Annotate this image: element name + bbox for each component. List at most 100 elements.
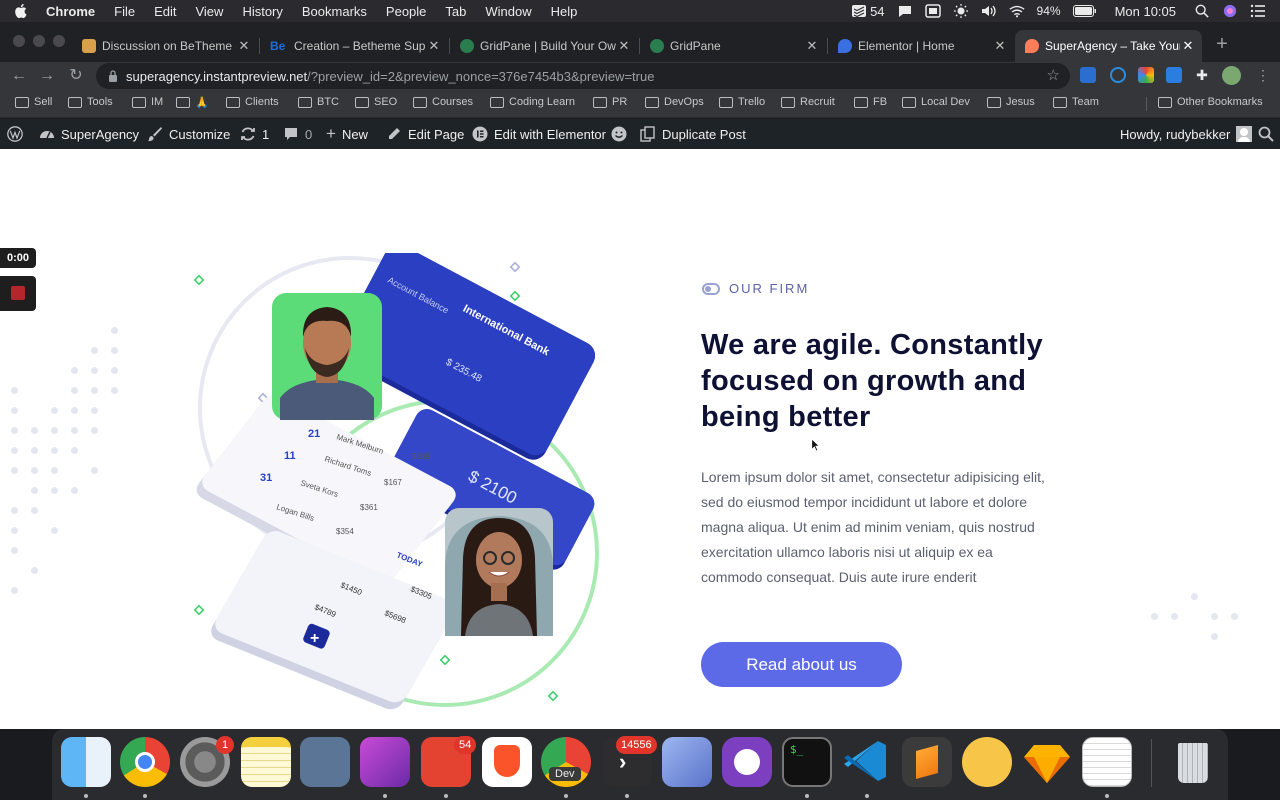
volume-icon[interactable] <box>981 4 997 18</box>
dock-notes-icon[interactable] <box>241 737 291 787</box>
bookmark-folder-jesus[interactable]: Jesus <box>987 96 1035 108</box>
dock-brave-icon[interactable] <box>482 737 532 787</box>
recording-stop-button[interactable] <box>0 276 36 311</box>
bookmark-folder-tools[interactable]: Tools <box>68 96 113 108</box>
dock-bear-icon[interactable] <box>360 737 410 787</box>
control-center-icon[interactable] <box>1250 4 1266 18</box>
wp-site-name-button[interactable]: SuperAgency <box>39 119 139 149</box>
dock-textedit-icon[interactable] <box>1082 737 1132 787</box>
bookmark-folder-local-dev[interactable]: Local Dev <box>902 96 970 108</box>
bookmark-folder-seo[interactable]: SEO <box>355 96 397 108</box>
profile-avatar-icon[interactable] <box>1222 66 1241 85</box>
extension-icon[interactable] <box>1138 67 1154 83</box>
menu-bookmarks[interactable]: Bookmarks <box>302 4 367 19</box>
dock-sketch-icon[interactable] <box>1022 737 1072 787</box>
menu-window[interactable]: Window <box>485 4 531 19</box>
wp-logo-button[interactable] <box>7 119 29 149</box>
new-tab-button[interactable]: + <box>1212 34 1232 54</box>
forward-arrow-icon[interactable]: → <box>37 66 57 86</box>
wp-duplicate-post-button[interactable]: Duplicate Post <box>640 119 746 149</box>
bookmark-folder-team[interactable]: Team <box>1053 96 1099 108</box>
wp-new-button[interactable]: + New <box>326 119 368 149</box>
bookmark-folder-courses[interactable]: Courses <box>413 96 473 108</box>
wp-smiley-button[interactable] <box>611 119 633 149</box>
menu-tab[interactable]: Tab <box>445 4 466 19</box>
bookmark-folder-sell[interactable]: Sell <box>15 96 52 108</box>
wp-edit-page-button[interactable]: Edit Page <box>386 119 464 149</box>
tab-superagency-active[interactable]: SuperAgency – Take Your ✕ <box>1015 30 1202 62</box>
window-minimize-button[interactable] <box>33 35 45 47</box>
dock-github-desktop-icon[interactable] <box>722 737 772 787</box>
menu-edit[interactable]: Edit <box>154 4 176 19</box>
tab-gridpane-build[interactable]: GridPane | Build Your Own ✕ <box>450 30 638 62</box>
bookmark-folder-fb[interactable]: FB <box>854 96 887 108</box>
bookmark-folder-clients[interactable]: Clients <box>226 96 279 108</box>
dock-chrome-icon[interactable] <box>120 737 170 787</box>
wp-comments-button[interactable]: 0 <box>283 119 312 149</box>
puzzle-extensions-icon[interactable]: ✚ <box>1194 67 1210 83</box>
wp-edit-elementor-button[interactable]: Edit with Elementor <box>472 119 606 149</box>
bookmark-folder-recruit[interactable]: Recruit <box>781 96 835 108</box>
tab-close-icon[interactable]: ✕ <box>1180 38 1196 54</box>
bookmark-folder-coding-learn[interactable]: Coding Learn <box>490 96 575 108</box>
menu-app-chrome[interactable]: Chrome <box>46 4 95 19</box>
clock[interactable]: Mon 10:05 <box>1115 4 1176 19</box>
tab-close-icon[interactable]: ✕ <box>426 38 442 54</box>
eyebrow-label: OUR FIRM <box>729 281 810 296</box>
bookmark-folder-pr[interactable]: PR <box>593 96 627 108</box>
notification-icon[interactable] <box>897 4 913 18</box>
address-bar[interactable]: superagency.instantpreview.net/?preview_… <box>96 63 1070 89</box>
bookmark-folder-pray[interactable]: 🙏 <box>176 96 209 109</box>
window-close-button[interactable] <box>13 35 25 47</box>
tab-betheme-discussion[interactable]: Discussion on BeTheme - ✕ <box>72 30 258 62</box>
dock-taskheat-icon[interactable] <box>300 737 350 787</box>
dock-finder-icon[interactable] <box>61 737 111 787</box>
back-arrow-icon[interactable]: ← <box>9 66 29 86</box>
tab-close-icon[interactable]: ✕ <box>236 38 252 54</box>
todoist-tray[interactable]: 54 <box>851 4 885 19</box>
battery-icon[interactable] <box>1072 5 1097 17</box>
window-zoom-button[interactable] <box>53 35 65 47</box>
tab-close-icon[interactable]: ✕ <box>992 38 1008 54</box>
bookmark-folder-btc[interactable]: BTC <box>298 96 339 108</box>
wp-search-button[interactable] <box>1258 119 1280 149</box>
woman-portrait <box>445 508 553 636</box>
siri-icon[interactable] <box>1222 4 1238 18</box>
menu-help[interactable]: Help <box>551 4 578 19</box>
wp-account-button[interactable]: Howdy, rudybekker <box>1120 119 1253 149</box>
extension-icon[interactable] <box>1080 67 1096 83</box>
brightness-icon[interactable] <box>953 4 969 18</box>
bookmark-folder-trello[interactable]: Trello <box>719 96 765 108</box>
dock-trash-icon[interactable] <box>1168 737 1218 787</box>
wp-customize-button[interactable]: Customize <box>147 119 230 149</box>
dock-tableplus-icon[interactable] <box>962 737 1012 787</box>
chrome-menu-icon[interactable]: ⋮ <box>1255 67 1271 83</box>
menu-people[interactable]: People <box>386 4 426 19</box>
rocket-favicon-icon <box>1025 39 1039 53</box>
tab-elementor-home[interactable]: Elementor | Home ✕ <box>828 30 1014 62</box>
bookmark-star-icon[interactable]: ☆ <box>1047 66 1060 84</box>
tab-close-icon[interactable]: ✕ <box>804 38 820 54</box>
bookmark-folder-other[interactable]: Other Bookmarks <box>1158 96 1263 108</box>
bookmark-folder-devops[interactable]: DevOps <box>645 96 704 108</box>
tab-gridpane[interactable]: GridPane ✕ <box>640 30 826 62</box>
dock-transmit-icon[interactable] <box>662 737 712 787</box>
istat-icon[interactable] <box>924 4 941 18</box>
apple-icon[interactable] <box>14 3 28 19</box>
reload-icon[interactable]: ↻ <box>66 66 86 86</box>
spotlight-search-icon[interactable] <box>1194 4 1210 18</box>
wp-updates-button[interactable]: 1 <box>240 119 269 149</box>
wifi-icon[interactable] <box>1008 4 1025 18</box>
tab-betheme-support[interactable]: Be Creation – Betheme Suppo ✕ <box>260 30 448 62</box>
menu-history[interactable]: History <box>242 4 282 19</box>
read-about-us-button[interactable]: Read about us <box>701 642 902 687</box>
download-icon[interactable] <box>1166 67 1182 83</box>
menu-file[interactable]: File <box>114 4 135 19</box>
menu-view[interactable]: View <box>195 4 223 19</box>
dock-terminal-icon[interactable]: $_ <box>782 737 832 787</box>
bookmark-folder-im[interactable]: IM <box>132 96 163 108</box>
dock-vscode-icon[interactable] <box>842 737 892 787</box>
dock-sublime-icon[interactable] <box>902 737 952 787</box>
extension-icon[interactable] <box>1110 67 1126 83</box>
tab-close-icon[interactable]: ✕ <box>616 38 632 54</box>
